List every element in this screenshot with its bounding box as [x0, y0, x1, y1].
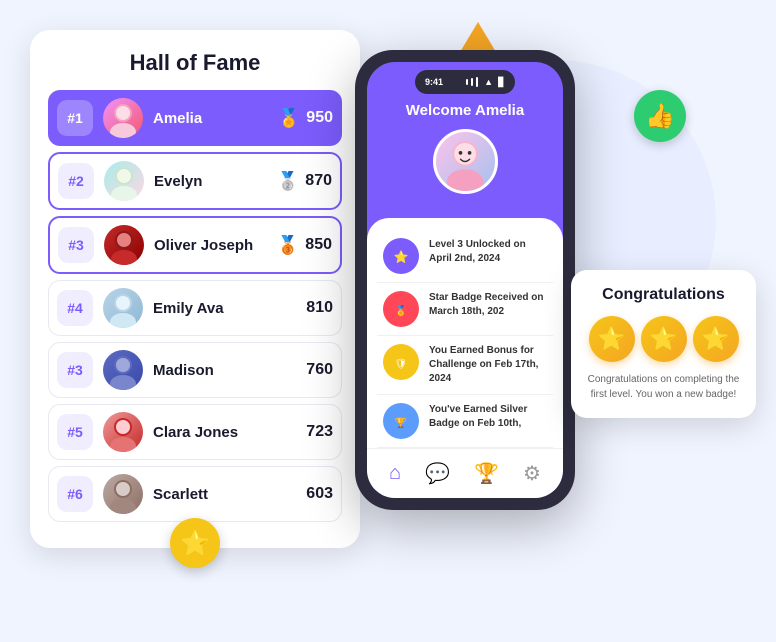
hof-name-5: Madison	[153, 362, 306, 379]
congrats-card: Congratulations ⭐ ⭐ ⭐ Congratulations on…	[571, 270, 756, 418]
hof-score-3: 850	[305, 236, 332, 254]
avatar-2	[104, 161, 144, 201]
hof-score-1: 950	[306, 109, 333, 127]
rank-badge-4: #4	[57, 290, 93, 326]
activity-item-1[interactable]: ⭐ Level 3 Unlocked on April 2nd, 2024	[377, 230, 553, 283]
hof-title: Hall of Fame	[48, 50, 342, 76]
thumbs-up-badge: 👍	[634, 90, 686, 142]
hof-name-7: Scarlett	[153, 486, 306, 503]
star-decoration: ⭐	[170, 518, 220, 568]
activity-text-2: Star Badge Received on March 18th, 202	[429, 291, 547, 319]
triangle-decoration	[460, 22, 496, 52]
star-3: ⭐	[693, 316, 739, 362]
hof-row-2[interactable]: #2 Evelyn 🥈 870	[48, 152, 342, 210]
hof-score-5: 760	[306, 361, 333, 379]
hof-name-3: Oliver Joseph	[154, 237, 277, 254]
avatar-3	[104, 225, 144, 265]
hof-row-1[interactable]: #1 Amelia 🏅 950	[48, 90, 342, 146]
congrats-text: Congratulations on completing the first …	[585, 372, 742, 402]
hof-score-2: 870	[305, 172, 332, 190]
avatar-4	[103, 288, 143, 328]
phone-nav: ⌂ 💬 🏆 ⚙	[367, 448, 563, 498]
welcome-text: Welcome Amelia	[406, 102, 524, 119]
hof-name-4: Emily Ava	[153, 300, 306, 317]
status-time: 9:41	[425, 77, 443, 87]
svg-text:🏅: 🏅	[395, 304, 407, 317]
signal-2	[471, 78, 473, 86]
signal-3	[476, 77, 478, 87]
activity-icon-1: ⭐	[383, 238, 419, 274]
user-avatar-large	[433, 129, 498, 194]
congrats-title: Congratulations	[585, 286, 742, 304]
avatar-1	[103, 98, 143, 138]
svg-text:⭐: ⭐	[394, 250, 409, 264]
activity-item-4[interactable]: 🏆 You've Earned Silver Badge on Feb 10th…	[377, 395, 553, 448]
star-icon: ⭐	[180, 529, 210, 558]
wifi-icon: ▲	[484, 77, 493, 87]
phone-content: ⭐ Level 3 Unlocked on April 2nd, 2024 🏅 …	[367, 218, 563, 454]
hof-row-7[interactable]: #6 Scarlett 603	[48, 466, 342, 522]
avatar-5	[103, 350, 143, 390]
rank-badge-5: #3	[57, 352, 93, 388]
activity-text-3: You Earned Bonus for Challenge on Feb 17…	[429, 344, 547, 386]
phone-mockup: 9:41 ▲ ▊ Welcome Amelia	[355, 50, 575, 510]
avatar-7	[103, 474, 143, 514]
signal-1	[466, 79, 468, 85]
star-1: ⭐	[589, 316, 635, 362]
phone-notch: 9:41 ▲ ▊	[415, 70, 515, 94]
hof-row-5[interactable]: #3 Madison 760	[48, 342, 342, 398]
rank-badge-2: #2	[58, 163, 94, 199]
hof-name-2: Evelyn	[154, 173, 277, 190]
activity-icon-4: 🏆	[383, 403, 419, 439]
medal-1: 🏅	[278, 108, 300, 129]
svg-text:🏆: 🏆	[395, 416, 408, 429]
stars-row: ⭐ ⭐ ⭐	[585, 316, 742, 362]
hof-score-4: 810	[306, 299, 333, 317]
hof-score-6: 723	[306, 423, 333, 441]
rank-badge-6: #5	[57, 414, 93, 450]
hof-row-4[interactable]: #4 Emily Ava 810	[48, 280, 342, 336]
hof-row-6[interactable]: #5 Clara Jones 723	[48, 404, 342, 460]
activity-text-1: Level 3 Unlocked on April 2nd, 2024	[429, 238, 547, 266]
activity-text-4: You've Earned Silver Badge on Feb 10th,	[429, 403, 547, 431]
rank-badge-7: #6	[57, 476, 93, 512]
hof-score-7: 603	[306, 485, 333, 503]
battery-icon: ▊	[498, 77, 505, 88]
medal-3: 🥉	[277, 235, 299, 256]
phone-screen: 9:41 ▲ ▊ Welcome Amelia	[367, 62, 563, 498]
rank-badge-1: #1	[57, 100, 93, 136]
activity-icon-2: 🏅	[383, 291, 419, 327]
rank-badge-3: #3	[58, 227, 94, 263]
activity-icon-3: 🛡	[383, 344, 419, 380]
medal-2: 🥈	[277, 171, 299, 192]
activity-item-3[interactable]: 🛡 You Earned Bonus for Challenge on Feb …	[377, 336, 553, 395]
hof-name-6: Clara Jones	[153, 424, 306, 441]
hall-of-fame-card: Hall of Fame #1 Amelia 🏅 950 #2 Evelyn 🥈…	[30, 30, 360, 548]
svg-text:🛡: 🛡	[395, 358, 408, 370]
hof-row-3[interactable]: #3 Oliver Joseph 🥉 850	[48, 216, 342, 274]
status-icons: ▲ ▊	[466, 77, 505, 88]
nav-home-icon[interactable]: ⌂	[389, 462, 401, 485]
activity-item-2[interactable]: 🏅 Star Badge Received on March 18th, 202	[377, 283, 553, 336]
nav-trophy-icon[interactable]: 🏆	[474, 461, 499, 486]
star-2: ⭐	[641, 316, 687, 362]
hof-name-1: Amelia	[153, 110, 278, 127]
thumbs-up-icon: 👍	[645, 102, 675, 131]
avatar-6	[103, 412, 143, 452]
nav-settings-icon[interactable]: ⚙	[523, 461, 541, 486]
nav-chat-icon[interactable]: 💬	[425, 461, 450, 486]
